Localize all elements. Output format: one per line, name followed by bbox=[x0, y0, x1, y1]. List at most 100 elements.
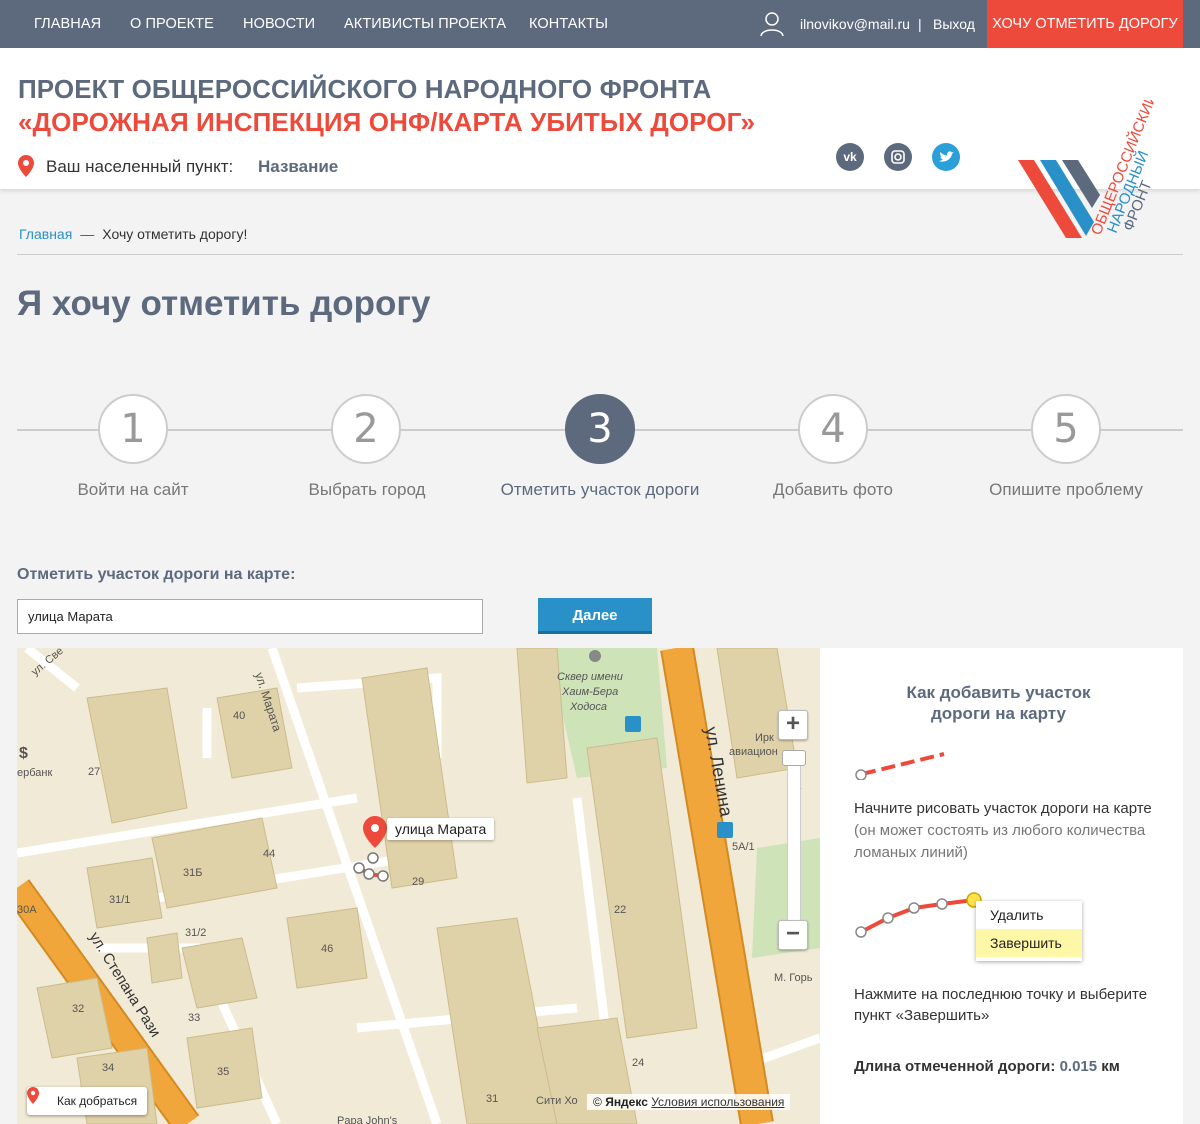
map-label-sber: ербанк bbox=[17, 767, 52, 779]
road-length-label: Длина отмеченной дороги: bbox=[854, 1058, 1056, 1075]
nav-item-about[interactable]: О ПРОЕКТЕ bbox=[130, 0, 214, 48]
map-label-22: 22 bbox=[614, 904, 626, 916]
top-navigation: ГЛАВНАЯ О ПРОЕКТЕ НОВОСТИ АКТИВИСТЫ ПРОЕ… bbox=[0, 0, 1200, 48]
menu-delete[interactable]: Удалить bbox=[976, 901, 1082, 929]
logout-link[interactable]: Выход bbox=[933, 0, 975, 48]
location-selector[interactable]: Название bbox=[258, 157, 338, 177]
zoom-out-button[interactable]: − bbox=[778, 920, 808, 950]
step-1-label: Войти на сайт bbox=[77, 480, 189, 499]
map-label-5a1: 5А/1 bbox=[732, 841, 755, 853]
terms-link[interactable]: Условия использования bbox=[651, 1095, 784, 1109]
zoom-in-button[interactable]: + bbox=[778, 710, 808, 740]
step-2-circle[interactable]: 2 bbox=[331, 394, 401, 464]
bus-stop-icon-2[interactable] bbox=[717, 822, 733, 838]
map-canvas[interactable]: ул. Марата ул. Ленина ул. Степана Рази у… bbox=[17, 648, 820, 1124]
user-icon[interactable] bbox=[760, 11, 784, 37]
help-panel: Как добавить участок дороги на карту Нач… bbox=[820, 648, 1183, 1124]
map-label-gork: М. Горь bbox=[774, 972, 813, 984]
map-label-27: 27 bbox=[88, 766, 100, 778]
bus-stop-icon[interactable] bbox=[625, 716, 641, 732]
map-label-46: 46 bbox=[321, 943, 333, 955]
step-5-circle[interactable]: 5 bbox=[1031, 394, 1101, 464]
road-point-end[interactable] bbox=[377, 870, 389, 882]
project-title-line1: ПРОЕКТ ОБЩЕРОССИЙСКОГО НАРОДНОГО ФРОНТА bbox=[18, 74, 712, 104]
map-label-irk: Ирк bbox=[755, 732, 774, 744]
map-label-35: 35 bbox=[217, 1066, 229, 1078]
map-section-label: Отметить участок дороги на карте: bbox=[17, 566, 296, 583]
nav-item-activists[interactable]: АКТИВИСТЫ ПРОЕКТА bbox=[344, 0, 506, 48]
step-3-label: Отметить участок дороги bbox=[500, 480, 700, 499]
address-search-input[interactable] bbox=[17, 599, 483, 634]
instagram-icon[interactable] bbox=[884, 143, 912, 171]
map-label-24: 24 bbox=[632, 1057, 644, 1069]
map-label-29: 29 bbox=[412, 876, 424, 888]
breadcrumb-dash: — bbox=[80, 226, 95, 242]
breadcrumb: Главная — Хочу отметить дорогу! bbox=[19, 226, 247, 242]
step-3-circle[interactable]: 3 bbox=[565, 394, 635, 464]
step-2-label: Выбрать город bbox=[308, 480, 426, 499]
twitter-icon[interactable] bbox=[932, 143, 960, 171]
map-label-sq2: Хаим-Бера bbox=[561, 686, 618, 698]
directions-label: Как добраться bbox=[57, 1094, 138, 1108]
map-label-31: 31 bbox=[486, 1093, 498, 1105]
yandex-brand[interactable]: Яндекс bbox=[605, 1095, 648, 1109]
next-button[interactable]: Далее bbox=[538, 598, 652, 634]
page-title: Я хочу отметить дорогу bbox=[17, 284, 431, 323]
map-label-papa: Papa John's bbox=[337, 1115, 398, 1124]
map-marker-label: улица Марата bbox=[387, 818, 495, 840]
road-length-value: 0.015 bbox=[1059, 1058, 1098, 1075]
drawing-illustration-1 bbox=[855, 752, 945, 780]
map-label-40: 40 bbox=[233, 710, 245, 722]
map-label-32: 32 bbox=[72, 1003, 84, 1015]
map-label-siti: Сити Хо bbox=[536, 1095, 578, 1107]
park-poi-icon[interactable] bbox=[589, 650, 601, 662]
road-length: Длина отмеченной дороги: 0.015 км bbox=[854, 1058, 1120, 1075]
location-label: Ваш населенный пункт: bbox=[46, 157, 234, 176]
site-header: ПРОЕКТ ОБЩЕРОССИЙСКОГО НАРОДНОГО ФРОНТА … bbox=[0, 48, 1200, 238]
breadcrumb-home-link[interactable]: Главная bbox=[19, 226, 72, 242]
divider bbox=[17, 254, 1183, 255]
road-point[interactable] bbox=[367, 852, 379, 864]
road-point-start[interactable] bbox=[353, 862, 365, 874]
location-marker[interactable] bbox=[363, 816, 387, 848]
nav-item-news[interactable]: НОВОСТИ bbox=[243, 0, 315, 48]
map-copyright: © Яндекс Условия использования bbox=[587, 1094, 791, 1110]
zoom-slider-handle[interactable] bbox=[782, 750, 806, 766]
breadcrumb-current: Хочу отметить дорогу! bbox=[102, 226, 248, 242]
step-5-label: Опишите проблему bbox=[989, 480, 1143, 499]
nav-separator: | bbox=[918, 16, 922, 32]
step-1-circle[interactable]: 1 bbox=[98, 394, 168, 464]
vk-icon[interactable]: vk bbox=[836, 143, 864, 171]
bank-icon[interactable]: $ bbox=[19, 745, 28, 762]
map-label-34: 34 bbox=[102, 1062, 114, 1074]
road-map[interactable]: ул. Марата ул. Ленина ул. Степана Рази у… bbox=[17, 648, 820, 1124]
map-label-33: 33 bbox=[188, 1012, 200, 1024]
route-pin-icon bbox=[27, 1087, 39, 1104]
drawing-illustration-2 bbox=[855, 892, 982, 938]
zoom-slider-track[interactable] bbox=[787, 756, 801, 926]
map-label-sq1: Сквер имени bbox=[557, 671, 623, 683]
help-step-2: Нажмите на последнюю точку и выберите пу… bbox=[854, 986, 1148, 1024]
nav-item-home[interactable]: ГЛАВНАЯ bbox=[34, 0, 101, 48]
map-label-avia: авиацион bbox=[729, 746, 778, 758]
map-label-44: 44 bbox=[263, 848, 275, 860]
user-email[interactable]: ilnovikov@mail.ru bbox=[800, 0, 910, 48]
road-point-2[interactable] bbox=[363, 868, 375, 880]
map-label-sq3: Ходоса bbox=[569, 701, 607, 713]
help-step-1: Начните рисовать участок дороги на карте… bbox=[854, 798, 1154, 864]
location-pin-icon bbox=[18, 155, 34, 177]
step-4-circle[interactable]: 4 bbox=[798, 394, 868, 464]
directions-button[interactable]: Как добраться bbox=[27, 1087, 148, 1115]
help-step-1-main: Начните рисовать участок дороги на карте bbox=[854, 800, 1152, 817]
copyright-symbol: © bbox=[593, 1095, 602, 1109]
mark-road-cta-button[interactable]: ХОЧУ ОТМЕТИТЬ ДОРОГУ bbox=[987, 0, 1183, 48]
menu-finish[interactable]: Завершить bbox=[976, 929, 1082, 957]
map-label-30a: 30А bbox=[17, 904, 37, 916]
context-menu: Удалить Завершить bbox=[976, 901, 1082, 961]
onf-logo[interactable]: ОБЩЕРОССИЙСКИЙ НАРОДНЫЙ ФРОНТ bbox=[1012, 100, 1182, 238]
road-length-unit: км bbox=[1101, 1058, 1120, 1075]
help-panel-title: Как добавить участок дороги на карту bbox=[906, 683, 1091, 723]
nav-item-contacts[interactable]: КОНТАКТЫ bbox=[529, 0, 608, 48]
map-label-31-2: 31/2 bbox=[185, 927, 206, 939]
map-label-31-1: 31/1 bbox=[109, 894, 130, 906]
